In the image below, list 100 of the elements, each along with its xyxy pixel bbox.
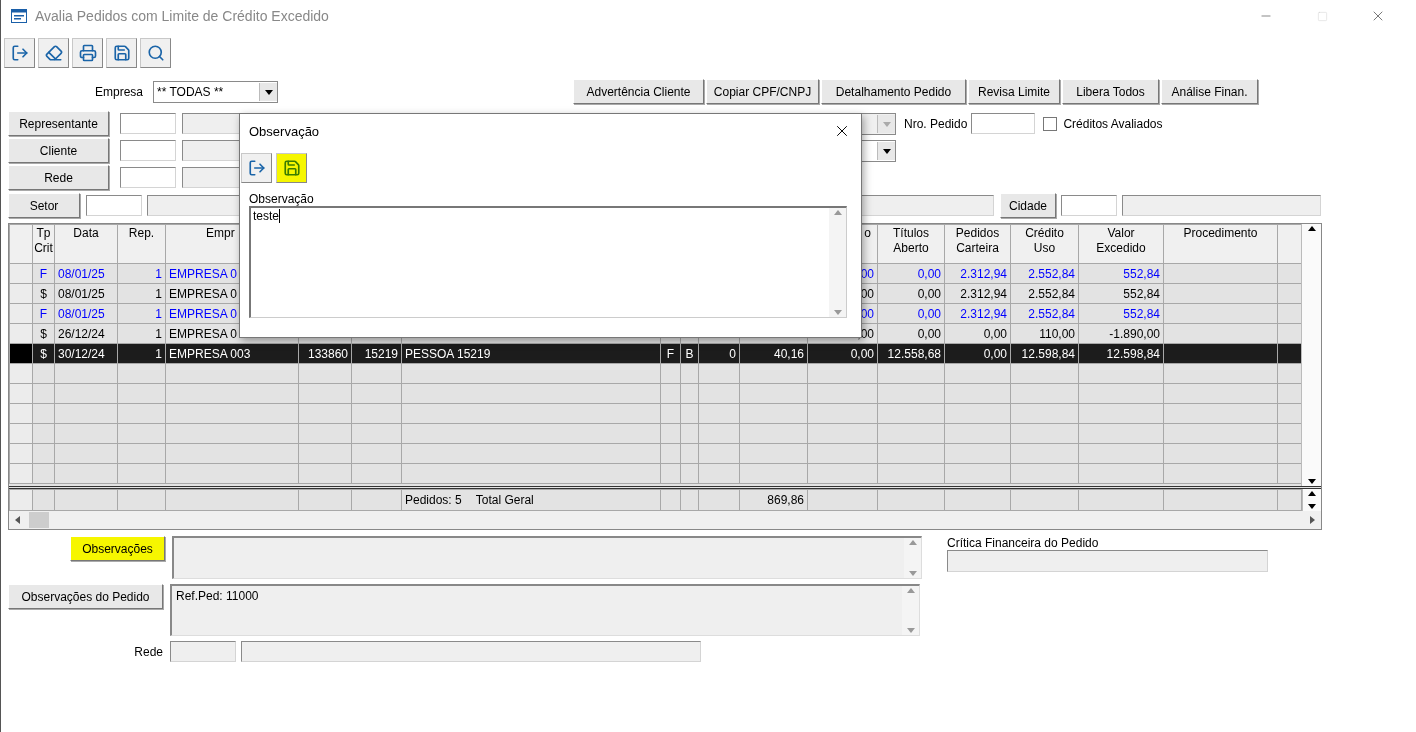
printer-button[interactable] [72, 38, 103, 68]
action-button[interactable]: Detalhamento Pedido [821, 79, 966, 104]
cidade-code-field[interactable] [1061, 195, 1117, 216]
table-cell: 110,00 [1039, 326, 1075, 341]
table-cell: 552,84 [1123, 266, 1160, 281]
table-cell: 552,84 [1123, 306, 1160, 321]
code-field[interactable] [120, 113, 176, 134]
eraser-button[interactable] [38, 38, 69, 68]
table-cell: EMPRESA 0 [169, 286, 238, 301]
observacoes-field[interactable] [172, 536, 922, 579]
scroll-up-icon [1307, 489, 1317, 499]
filter-button[interactable]: Rede [8, 165, 109, 190]
horizontal-scrollbar[interactable] [9, 511, 1321, 529]
table-cell: $ [40, 326, 47, 341]
setor-code-field[interactable] [86, 195, 142, 216]
column-header: Data [54, 224, 118, 264]
exit-icon [10, 44, 29, 62]
code-field[interactable] [120, 167, 176, 188]
action-button[interactable]: Análise Finan. [1161, 79, 1258, 104]
setor-button[interactable]: Setor [8, 193, 80, 218]
exit-button[interactable] [4, 38, 35, 68]
table-cell: EMPRESA 0 [169, 306, 238, 321]
exit-icon [247, 159, 266, 177]
table-cell: 0,00 [917, 266, 941, 281]
window-title: Avalia Pedidos com Limite de Crédito Excedido [35, 8, 329, 24]
table-cell: 2.312,94 [960, 286, 1007, 301]
creditos-checkbox[interactable] [1043, 116, 1058, 131]
table-cell: 0,00 [917, 286, 941, 301]
search-icon [146, 44, 165, 62]
action-button[interactable]: Revisa Limite [968, 79, 1060, 104]
save-button[interactable] [276, 153, 307, 183]
table-cell: 552,84 [1123, 286, 1160, 301]
table-cell: $ [40, 346, 47, 361]
table-cell: F [39, 266, 48, 281]
table-cell: 0,00 [850, 346, 874, 361]
spin-scrollbar[interactable] [1302, 489, 1321, 511]
column-header: Tp Crit [32, 224, 55, 264]
column-header: Crédito Uso [1010, 224, 1079, 264]
table-cell: -1.890,00 [1109, 326, 1160, 341]
table-cell: 0,00 [917, 326, 941, 341]
table-cell: 133860 [307, 346, 348, 361]
filter-button[interactable]: Cliente [8, 138, 109, 163]
vertical-scrollbar[interactable] [1301, 224, 1321, 486]
table-cell: F [666, 346, 675, 361]
table-cell: 2.312,94 [960, 306, 1007, 321]
cidade-button[interactable]: Cidade [1000, 193, 1056, 218]
scroll-up-icon [907, 538, 918, 548]
scroll-down-icon [905, 625, 916, 635]
table-cell: 30/12/24 [58, 346, 105, 361]
table-cell: 0,00 [917, 306, 941, 321]
eraser-icon [44, 44, 63, 62]
table-cell: 08/01/25 [58, 306, 105, 321]
maximize-icon [1316, 10, 1328, 22]
table-cell: EMPRESA 0 [169, 326, 238, 341]
rede-code-field [170, 641, 236, 662]
total-value: 869,86 [767, 493, 804, 507]
action-button[interactable]: Libera Todos [1062, 79, 1159, 104]
scroll-up-icon [1306, 224, 1317, 234]
observacoes-pedido-button[interactable]: Observações do Pedido [8, 584, 163, 609]
scroll-up-icon [905, 586, 916, 596]
table-cell: 0,00 [983, 326, 1007, 341]
save-icon [282, 159, 301, 177]
observacoes-pedido-field[interactable]: Ref.Ped: 11000 [170, 584, 920, 636]
critica-label: Crítica Financeira do Pedido [947, 536, 1100, 550]
table-cell: 2.552,84 [1028, 306, 1075, 321]
table-cell: 1 [155, 346, 162, 361]
table-cell: 1 [155, 286, 162, 301]
column-header: Procedimento [1163, 224, 1278, 264]
checkbox-label: Créditos Avaliados [1063, 116, 1163, 131]
empresa-select[interactable]: ** TODAS ** [153, 80, 278, 103]
table-cell: 1 [155, 326, 162, 341]
search-button[interactable] [140, 38, 171, 68]
action-button[interactable]: Copiar CPF/CNPJ [706, 79, 819, 104]
save-button[interactable] [106, 38, 137, 68]
scrollbar-thumb[interactable] [29, 512, 49, 528]
table-cell: 08/01/25 [58, 286, 105, 301]
observacoes-button[interactable]: Observações [70, 536, 165, 561]
code-field[interactable] [120, 140, 176, 161]
table-cell: 0,00 [983, 346, 1007, 361]
column-header: Rep. [117, 224, 166, 264]
column-header: Títulos Aberto [877, 224, 945, 264]
table-cell: 0 [729, 346, 736, 361]
dialog-title: Observação [249, 123, 320, 139]
table-cell: 2.552,84 [1028, 286, 1075, 301]
table-cell: 1 [155, 306, 162, 321]
table-cell: EMPRESA 0 [169, 266, 238, 281]
action-button[interactable]: Advertência Cliente [573, 79, 704, 104]
app-icon [11, 9, 27, 23]
observation-field[interactable]: teste [249, 206, 847, 318]
filter-button[interactable]: Representante [8, 111, 109, 136]
table-cell: 26/12/24 [58, 326, 105, 341]
nro-pedido-field[interactable] [971, 113, 1036, 134]
table-cell: F [39, 306, 48, 321]
exit-button[interactable] [241, 153, 272, 183]
total-label: Total Geral [475, 493, 534, 507]
nro-pedido-label: Nro. Pedido [904, 116, 968, 131]
table-cell: B [685, 346, 694, 361]
table-cell: 12.598,84 [1021, 346, 1075, 361]
table-cell: 40,16 [773, 346, 804, 361]
scroll-down-icon [907, 568, 918, 578]
